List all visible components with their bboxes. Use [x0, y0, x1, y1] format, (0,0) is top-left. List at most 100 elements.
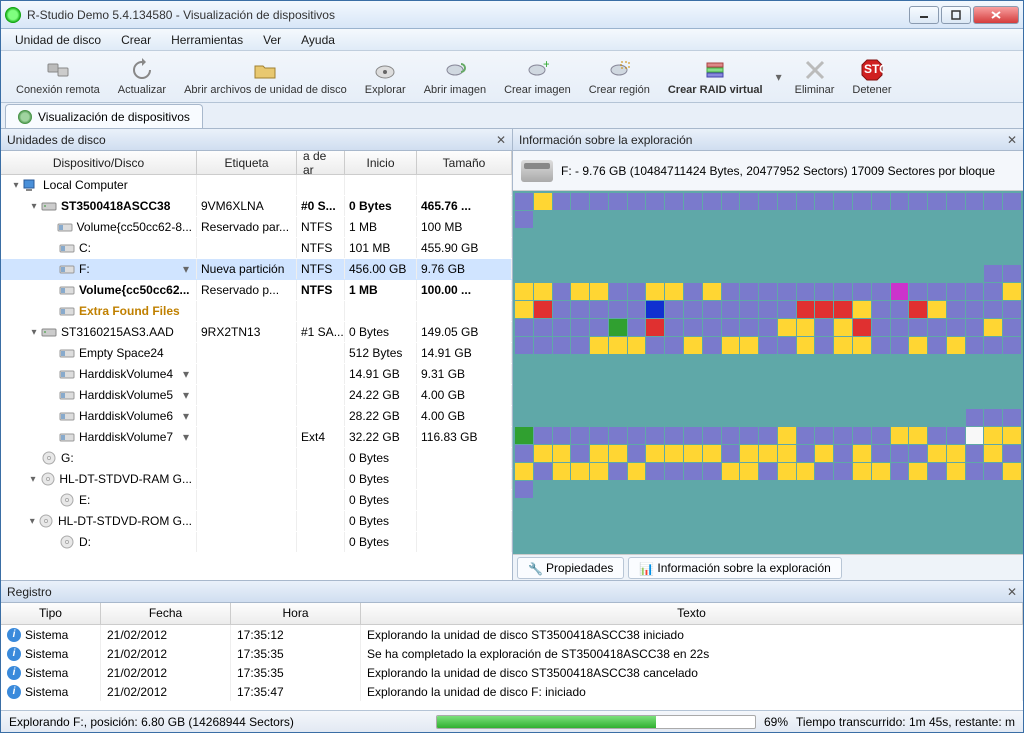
scan-block[interactable] — [646, 409, 664, 426]
scan-block[interactable] — [834, 517, 852, 534]
scan-block[interactable] — [590, 517, 608, 534]
scan-block[interactable] — [815, 319, 833, 336]
scan-block[interactable] — [872, 247, 890, 264]
scan-block[interactable] — [722, 373, 740, 390]
col-start[interactable]: Inicio — [345, 151, 417, 174]
scan-block[interactable] — [778, 517, 796, 534]
col-tipo[interactable]: Tipo — [1, 603, 101, 624]
scan-block[interactable] — [778, 265, 796, 282]
scan-block[interactable] — [1003, 445, 1021, 462]
scan-block[interactable] — [947, 247, 965, 264]
scan-block[interactable] — [891, 193, 909, 210]
scan-block[interactable] — [853, 499, 871, 516]
scan-block[interactable] — [966, 319, 984, 336]
log-close-icon[interactable]: ✕ — [1007, 585, 1017, 599]
scan-block[interactable] — [571, 445, 589, 462]
scan-block[interactable] — [740, 229, 758, 246]
scan-block[interactable] — [515, 535, 533, 552]
scan-block[interactable] — [815, 499, 833, 516]
menu-crear[interactable]: Crear — [111, 31, 161, 49]
scan-block[interactable] — [553, 373, 571, 390]
scan-block[interactable] — [872, 373, 890, 390]
scan-block[interactable] — [909, 283, 927, 300]
scan-block[interactable] — [740, 445, 758, 462]
scan-block[interactable] — [834, 427, 852, 444]
scan-block[interactable] — [722, 445, 740, 462]
scan-block[interactable] — [909, 247, 927, 264]
scan-block[interactable] — [778, 499, 796, 516]
scan-block[interactable] — [759, 283, 777, 300]
scan-block[interactable] — [571, 301, 589, 318]
scan-block[interactable] — [740, 391, 758, 408]
scan-block[interactable] — [740, 427, 758, 444]
scan-block[interactable] — [665, 535, 683, 552]
tree-row[interactable]: ▾ST3500418ASCC389VM6XLNA#0 S...0 Bytes46… — [1, 196, 512, 217]
scan-block[interactable] — [534, 409, 552, 426]
scan-block[interactable] — [665, 391, 683, 408]
scan-block[interactable] — [628, 391, 646, 408]
scan-block[interactable] — [928, 337, 946, 354]
tree-row[interactable]: HarddiskVolume6▾28.22 GB4.00 GB — [1, 406, 512, 427]
scan-block[interactable] — [722, 193, 740, 210]
scan-block[interactable] — [984, 481, 1002, 498]
scan-block[interactable] — [891, 481, 909, 498]
scan-block[interactable] — [909, 373, 927, 390]
scan-block[interactable] — [515, 517, 533, 534]
scan-block[interactable] — [966, 247, 984, 264]
scan-block[interactable] — [853, 337, 871, 354]
scan-block[interactable] — [684, 229, 702, 246]
scan-block[interactable] — [628, 265, 646, 282]
scan-block[interactable] — [703, 247, 721, 264]
scan-block[interactable] — [684, 427, 702, 444]
scan-block[interactable] — [515, 319, 533, 336]
col-hora[interactable]: Hora — [231, 603, 361, 624]
scan-block[interactable] — [684, 535, 702, 552]
scan-block[interactable] — [590, 247, 608, 264]
scan-block[interactable] — [665, 211, 683, 228]
scan-block[interactable] — [759, 445, 777, 462]
scan-block[interactable] — [703, 265, 721, 282]
scan-block[interactable] — [740, 301, 758, 318]
scan-block[interactable] — [1003, 229, 1021, 246]
minimize-button[interactable] — [909, 6, 939, 24]
scan-block[interactable] — [759, 193, 777, 210]
scan-block[interactable] — [665, 337, 683, 354]
scan-block[interactable] — [665, 229, 683, 246]
scan-block[interactable] — [966, 409, 984, 426]
scan-block[interactable] — [984, 229, 1002, 246]
scan-block[interactable] — [834, 409, 852, 426]
scan-block[interactable] — [815, 517, 833, 534]
scan-block[interactable] — [834, 301, 852, 318]
scan-block[interactable] — [853, 193, 871, 210]
scan-block[interactable] — [797, 373, 815, 390]
scan-block[interactable] — [646, 427, 664, 444]
scan-block[interactable] — [684, 301, 702, 318]
scan-block[interactable] — [947, 499, 965, 516]
scan-block[interactable] — [684, 247, 702, 264]
scan-block[interactable] — [553, 211, 571, 228]
scan-block[interactable] — [515, 463, 533, 480]
toolbar-explorar[interactable]: Explorar — [356, 53, 415, 101]
scan-block[interactable] — [571, 517, 589, 534]
scan-block[interactable] — [966, 499, 984, 516]
scan-block[interactable] — [740, 463, 758, 480]
scan-block[interactable] — [891, 445, 909, 462]
scan-block[interactable] — [703, 355, 721, 372]
scan-block[interactable] — [684, 445, 702, 462]
scan-block[interactable] — [590, 373, 608, 390]
scan-block[interactable] — [534, 319, 552, 336]
scan-block[interactable] — [646, 265, 664, 282]
tree-row[interactable]: ▾HL-DT-STDVD-ROM G...0 Bytes — [1, 511, 512, 532]
scan-block[interactable] — [872, 481, 890, 498]
scan-block[interactable] — [759, 301, 777, 318]
scan-block[interactable] — [628, 283, 646, 300]
scan-block[interactable] — [684, 283, 702, 300]
scan-block[interactable] — [834, 355, 852, 372]
scan-block[interactable] — [628, 445, 646, 462]
scan-block[interactable] — [759, 373, 777, 390]
scan-block[interactable] — [947, 193, 965, 210]
scan-block[interactable] — [609, 517, 627, 534]
scan-block[interactable] — [834, 247, 852, 264]
scan-block[interactable] — [1003, 265, 1021, 282]
scan-block[interactable] — [590, 355, 608, 372]
